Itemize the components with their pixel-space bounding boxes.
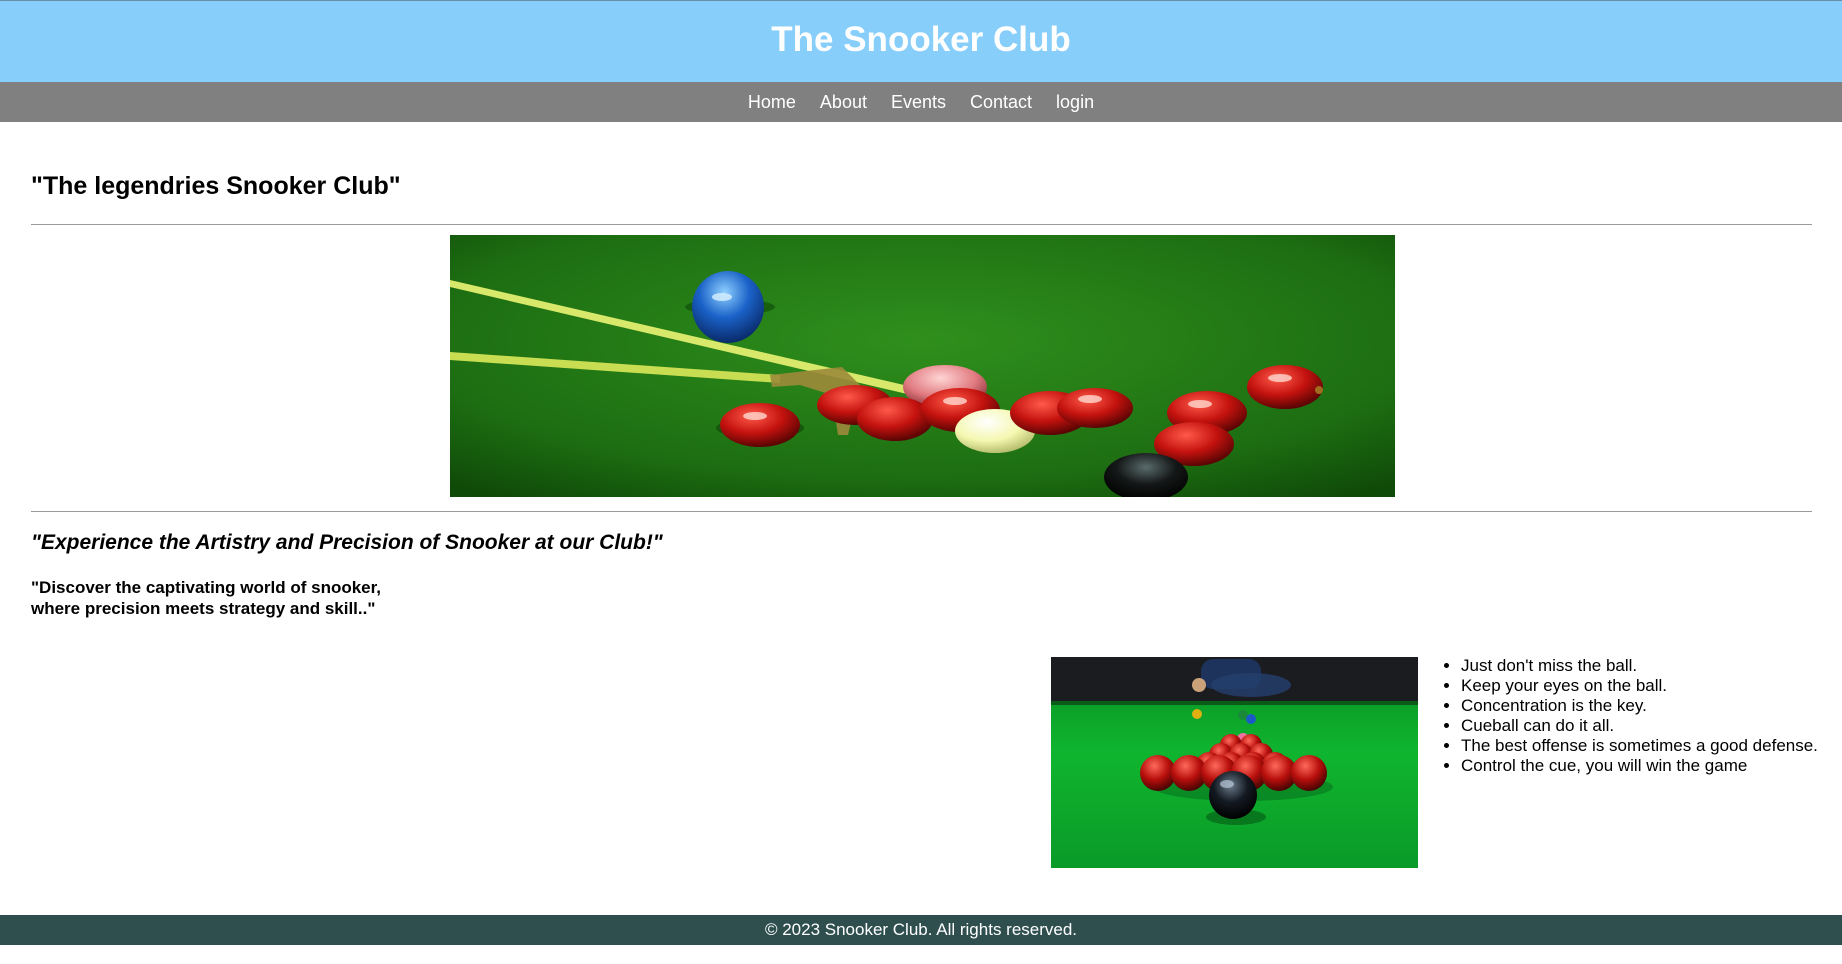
tip-item: Control the cue, you will win the game: [1461, 756, 1818, 776]
intro-line-2: where precision meets strategy and skill…: [31, 599, 376, 618]
nav-events-link[interactable]: Events: [891, 92, 946, 113]
nav-about-link[interactable]: About: [820, 92, 867, 113]
site-footer: © 2023 Snooker Club. All rights reserved…: [0, 915, 1842, 945]
middle-divider: [31, 511, 1812, 512]
tip-item: The best offense is sometimes a good def…: [1461, 736, 1818, 756]
main-nav: Home About Events Contact login: [0, 82, 1842, 122]
tagline: "Experience the Artistry and Precision o…: [31, 531, 663, 554]
hero-snooker-image: [450, 235, 1395, 497]
nav-contact-link[interactable]: Contact: [970, 92, 1032, 113]
tips-list: Just don't miss the ball. Keep your eyes…: [1436, 656, 1818, 776]
tip-item: Just don't miss the ball.: [1461, 656, 1818, 676]
tip-item: Keep your eyes on the ball.: [1461, 676, 1818, 696]
page: The Snooker Club Home About Events Conta…: [0, 0, 1842, 964]
site-title: The Snooker Club: [771, 19, 1071, 59]
page-heading: "The legendries Snooker Club": [31, 172, 401, 200]
tip-item: Concentration is the key.: [1461, 696, 1818, 716]
nav-home-link[interactable]: Home: [748, 92, 796, 113]
intro-line-1: "Discover the captivating world of snook…: [31, 578, 382, 597]
top-divider: [31, 224, 1812, 225]
footer-copyright: © 2023 Snooker Club. All rights reserved…: [764, 920, 1078, 939]
hero-snooker-illustration: [450, 235, 1395, 497]
snooker-table-image: [1051, 657, 1418, 868]
intro-text: "Discover the captivating world of snook…: [31, 577, 381, 619]
snooker-table-illustration: [1051, 657, 1418, 868]
nav-login-link[interactable]: login: [1056, 92, 1094, 113]
site-header: The Snooker Club: [0, 0, 1842, 82]
tip-item: Cueball can do it all.: [1461, 716, 1818, 736]
